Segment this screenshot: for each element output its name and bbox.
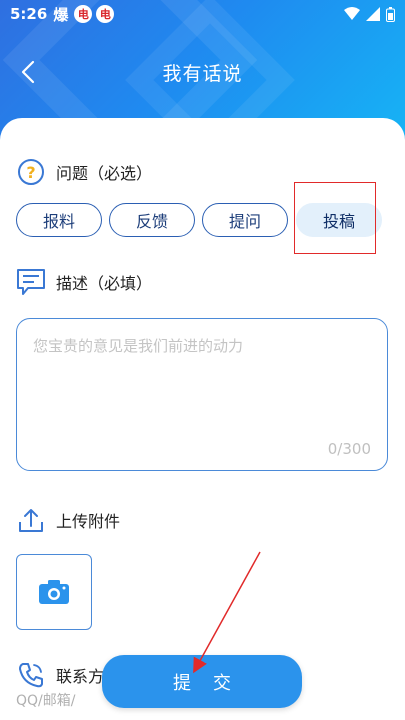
add-photo-button[interactable] bbox=[16, 554, 92, 630]
description-textarea[interactable]: 您宝贵的意见是我们前进的动力 0/300 bbox=[16, 318, 388, 471]
svg-text:?: ? bbox=[26, 163, 35, 182]
question-section-label: 问题（必选） bbox=[56, 164, 153, 183]
chevron-left-icon bbox=[21, 60, 35, 84]
question-section-header: ? 问题（必选） bbox=[16, 157, 152, 187]
upload-section-header: 上传附件 bbox=[16, 505, 120, 535]
notification-badge: 电 bbox=[74, 5, 93, 23]
status-carrier: 爆 bbox=[53, 5, 69, 24]
character-counter: 0/300 bbox=[327, 440, 371, 458]
upload-icon bbox=[16, 505, 46, 535]
wifi-icon bbox=[344, 7, 360, 20]
back-button[interactable] bbox=[12, 56, 44, 88]
contact-placeholder: QQ/邮箱/ bbox=[16, 693, 76, 709]
upload-section-label: 上传附件 bbox=[56, 512, 121, 531]
option-label: 提问 bbox=[228, 212, 261, 231]
status-bar: 5:26 爆 电 电 bbox=[0, 0, 405, 28]
option-fankui[interactable]: 反馈 bbox=[109, 203, 195, 237]
camera-icon bbox=[39, 580, 69, 604]
submit-button[interactable]: 提交 bbox=[102, 655, 302, 708]
signal-icon bbox=[366, 7, 380, 21]
contact-section-header: 联系方 bbox=[16, 660, 104, 690]
message-icon bbox=[16, 267, 46, 297]
highlight-annotation bbox=[294, 182, 376, 254]
description-section-header: 描述（必填） bbox=[16, 267, 152, 297]
description-placeholder: 您宝贵的意见是我们前进的动力 bbox=[33, 337, 244, 355]
option-label: 报料 bbox=[42, 212, 75, 231]
page-title: 我有话说 bbox=[162, 62, 243, 85]
battery-icon bbox=[386, 6, 395, 22]
question-icon: ? bbox=[16, 157, 46, 187]
phone-icon bbox=[16, 660, 46, 690]
submit-label: 提交 bbox=[173, 672, 253, 694]
contact-section-label: 联系方 bbox=[56, 667, 105, 686]
notification-badge: 电 bbox=[96, 5, 115, 23]
option-label: 反馈 bbox=[135, 212, 168, 231]
option-baoliao[interactable]: 报料 bbox=[16, 203, 102, 237]
description-section-label: 描述（必填） bbox=[56, 274, 153, 293]
navigation-bar: 我有话说 bbox=[0, 50, 405, 94]
option-tiwen[interactable]: 提问 bbox=[202, 203, 288, 237]
status-time: 5:26 bbox=[10, 5, 48, 23]
